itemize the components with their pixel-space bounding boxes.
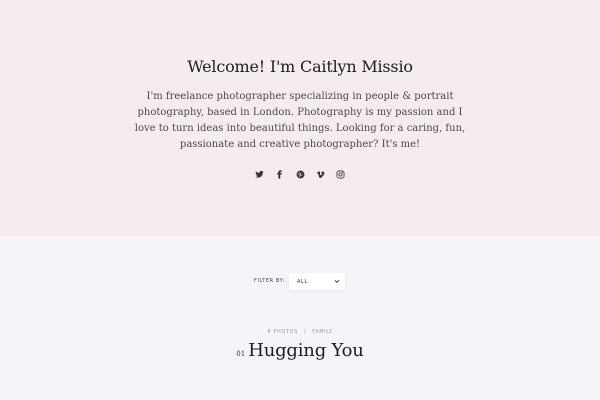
hero-section: Welcome! I'm Caitlyn Missio I'm freelanc… — [0, 0, 600, 236]
social-links — [0, 164, 600, 179]
filter-label: FILTER BY: — [254, 278, 285, 284]
gallery-title[interactable]: Hugging You — [248, 340, 364, 361]
meta-separator: / — [303, 329, 307, 335]
pinterest-icon[interactable] — [296, 170, 305, 179]
hero-bio: I'm freelance photographer specializing … — [134, 91, 466, 150]
gallery-meta: 8 PHOTOS / FAMILY — [0, 329, 600, 335]
twitter-icon[interactable] — [255, 170, 264, 179]
filter-dropdown[interactable]: ALL — [289, 273, 345, 290]
page-title: Welcome! I'm Caitlyn Missio — [187, 57, 413, 76]
instagram-icon[interactable] — [336, 170, 345, 179]
filter-bar: FILTER BY: ALL — [0, 273, 600, 291]
gallery-category-link[interactable]: FAMILY — [312, 329, 332, 335]
gallery-heading[interactable]: 01 Hugging You — [0, 340, 600, 361]
chevron-down-icon — [334, 279, 340, 284]
photo-count: 8 PHOTOS — [267, 329, 298, 335]
vimeo-icon[interactable] — [316, 170, 325, 179]
filter-selected-value: ALL — [297, 279, 308, 285]
gallery-number: 01 — [236, 350, 246, 358]
facebook-icon[interactable] — [275, 170, 284, 179]
